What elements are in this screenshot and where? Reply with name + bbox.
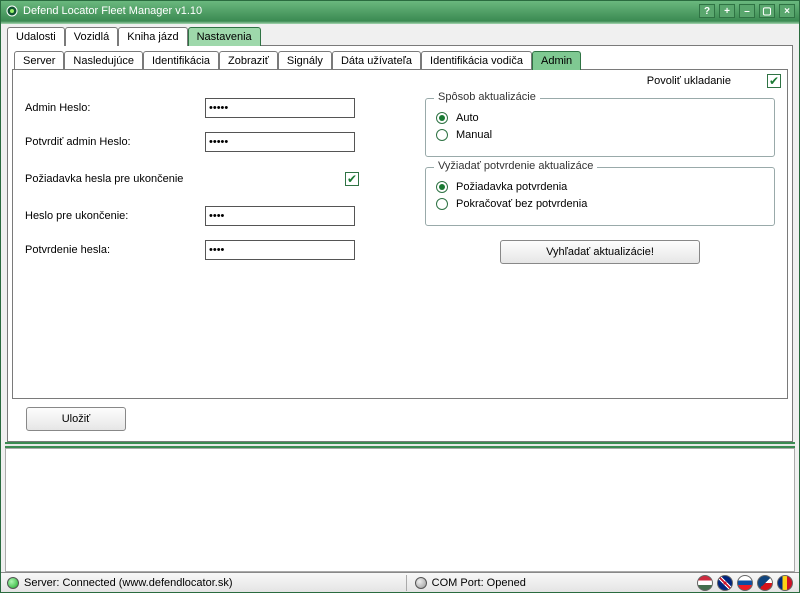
radio-icon xyxy=(436,198,448,210)
update-mode-option-1[interactable]: Manual xyxy=(436,129,764,141)
flag-hu[interactable] xyxy=(697,575,713,591)
checkmark-icon: ✔ xyxy=(347,173,357,185)
update-mode-option-label: Auto xyxy=(456,112,479,124)
admin-password-label: Admin Heslo: xyxy=(25,102,205,114)
search-updates-button[interactable]: Vyhľadať aktualizácie! xyxy=(500,240,700,264)
outer-tab-bar: UdalostiVozidláKniha jázdNastavenia xyxy=(1,24,799,45)
flag-cz[interactable] xyxy=(757,575,773,591)
admin-password-input[interactable] xyxy=(205,98,355,118)
flag-gb[interactable] xyxy=(717,575,733,591)
admin-password-confirm-label: Potvrdiť admin Heslo: xyxy=(25,136,205,148)
outer-tab-nastavenia[interactable]: Nastavenia xyxy=(188,27,261,46)
radio-icon xyxy=(436,129,448,141)
inner-tab-admin[interactable]: Admin xyxy=(532,51,581,70)
language-flags xyxy=(697,575,793,591)
exit-password-label: Heslo pre ukončenie: xyxy=(25,210,205,222)
save-button[interactable]: Uložiť xyxy=(26,407,126,431)
window-title: Defend Locator Fleet Manager v1.10 xyxy=(23,5,699,17)
help-button[interactable]: ? xyxy=(699,4,715,18)
app-window: Defend Locator Fleet Manager v1.10 ? + –… xyxy=(0,0,800,593)
inner-tab-server[interactable]: Server xyxy=(14,51,64,70)
outer-tab-vozidlá[interactable]: Vozidlá xyxy=(65,27,118,46)
update-mode-option-label: Manual xyxy=(456,129,492,141)
update-confirm-group: Vyžiadať potvrdenie aktualizáce Požiadav… xyxy=(425,167,775,226)
update-mode-group: Spôsob aktualizácie AutoManual xyxy=(425,98,775,157)
server-status-led xyxy=(7,577,19,589)
restore-button[interactable]: + xyxy=(719,4,735,18)
radio-icon xyxy=(436,181,448,193)
log-area xyxy=(5,448,795,572)
update-confirm-option-label: Požiadavka potvrdenia xyxy=(456,181,567,193)
app-icon xyxy=(5,4,19,18)
server-status-text: Server: Connected (www.defendlocator.sk) xyxy=(24,577,233,589)
maximize-button[interactable]: ▢ xyxy=(759,4,775,18)
com-status-led xyxy=(415,577,427,589)
require-exit-password-checkbox[interactable]: ✔ xyxy=(345,172,359,186)
update-confirm-option-1[interactable]: Pokračovať bez potvrdenia xyxy=(436,198,764,210)
outer-tab-kniha jázd[interactable]: Kniha jázd xyxy=(118,27,187,46)
checkmark-icon: ✔ xyxy=(769,75,779,87)
update-confirm-option-0[interactable]: Požiadavka potvrdenia xyxy=(436,181,764,193)
inner-tab-zobraziť[interactable]: Zobraziť xyxy=(219,51,278,70)
flag-sk[interactable] xyxy=(737,575,753,591)
admin-subpanel: Povoliť ukladanie ✔ Admin Heslo: Potvrdi… xyxy=(12,69,788,399)
update-confirm-legend: Vyžiadať potvrdenie aktualizáce xyxy=(434,160,597,172)
window-controls: ? + – ▢ × xyxy=(699,4,795,18)
titlebar: Defend Locator Fleet Manager v1.10 ? + –… xyxy=(1,1,799,21)
status-bar: Server: Connected (www.defendlocator.sk)… xyxy=(1,572,799,592)
password-form: Admin Heslo: Potvrdiť admin Heslo: Požia… xyxy=(25,98,395,274)
update-mode-option-0[interactable]: Auto xyxy=(436,112,764,124)
update-mode-legend: Spôsob aktualizácie xyxy=(434,91,540,103)
admin-password-confirm-input[interactable] xyxy=(205,132,355,152)
inner-tab-dáta-užívateľa[interactable]: Dáta užívateľa xyxy=(332,51,421,70)
inner-tab-identifikácia-vodiča[interactable]: Identifikácia vodiča xyxy=(421,51,532,70)
inner-tab-signály[interactable]: Signály xyxy=(278,51,332,70)
exit-password-input[interactable] xyxy=(205,206,355,226)
update-confirm-option-label: Pokračovať bez potvrdenia xyxy=(456,198,587,210)
com-status-text: COM Port: Opened xyxy=(432,577,526,589)
radio-icon xyxy=(436,112,448,124)
allow-save-label: Povoliť ukladanie xyxy=(647,75,731,87)
settings-panel: ServerNasledujúceIdentifikáciaZobraziťSi… xyxy=(7,45,793,442)
inner-tab-identifikácia[interactable]: Identifikácia xyxy=(143,51,219,70)
exit-password-confirm-label: Potvrdenie hesla: xyxy=(25,244,205,256)
close-button[interactable]: × xyxy=(779,4,795,18)
exit-password-confirm-input[interactable] xyxy=(205,240,355,260)
minimize-button[interactable]: – xyxy=(739,4,755,18)
require-exit-password-label: Požiadavka hesla pre ukončenie xyxy=(25,173,345,185)
outer-tab-udalosti[interactable]: Udalosti xyxy=(7,27,65,46)
flag-ro[interactable] xyxy=(777,575,793,591)
inner-tab-nasledujúce[interactable]: Nasledujúce xyxy=(64,51,143,70)
allow-save-checkbox[interactable]: ✔ xyxy=(767,74,781,88)
